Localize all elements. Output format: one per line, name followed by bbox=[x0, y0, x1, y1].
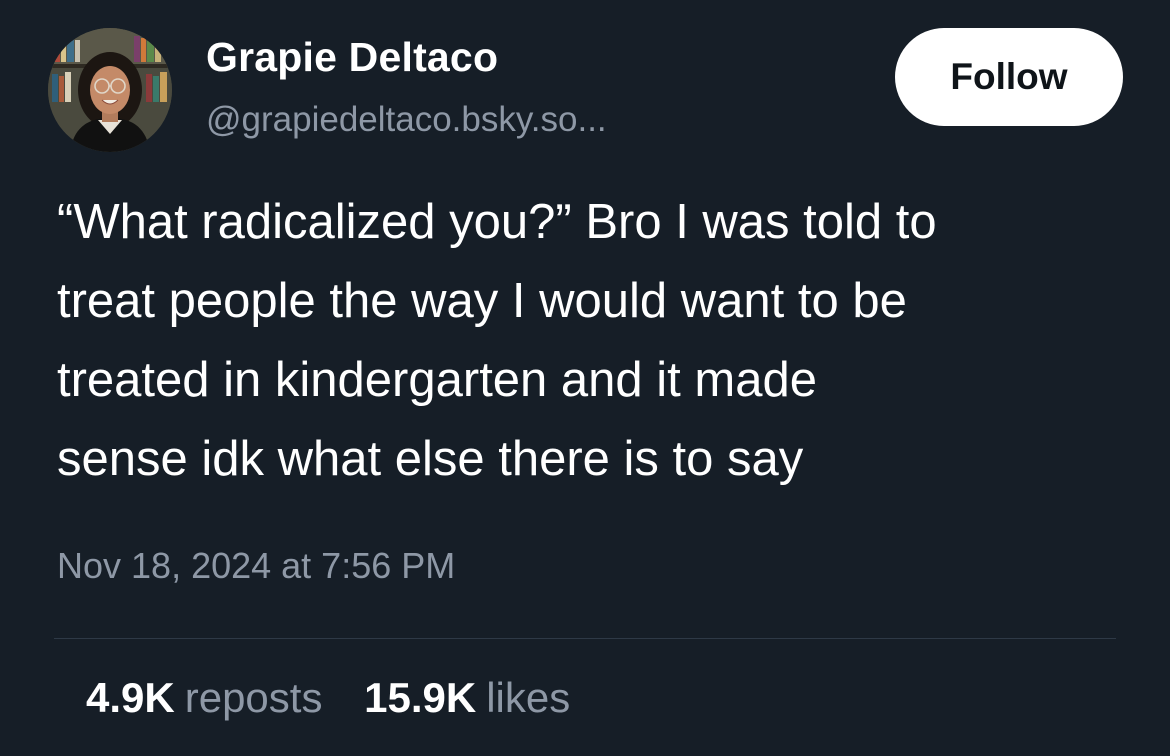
author-handle[interactable]: @grapiedeltaco.bsky.so... bbox=[206, 100, 607, 140]
divider bbox=[54, 638, 1116, 639]
likes-count: 15.9K bbox=[364, 674, 477, 721]
post-text-line: treat people the way I would want to be bbox=[57, 274, 907, 328]
post-timestamp[interactable]: Nov 18, 2024 at 7:56 PM bbox=[57, 545, 455, 587]
post-text: “What radicalized you?” Bro I was told t… bbox=[57, 183, 1147, 499]
post-card: Grapie Deltaco @grapiedeltaco.bsky.so...… bbox=[0, 0, 1170, 756]
likes-label: likes bbox=[486, 674, 571, 721]
post-text-line: treated in kindergarten and it made bbox=[57, 353, 817, 407]
follow-button[interactable]: Follow bbox=[895, 28, 1123, 126]
reposts-label: reposts bbox=[184, 674, 323, 721]
post-text-line: “What radicalized you?” Bro I was told t… bbox=[57, 195, 937, 249]
author-name[interactable]: Grapie Deltaco bbox=[206, 34, 498, 81]
reposts-stat[interactable]: 4.9K reposts bbox=[86, 674, 322, 722]
likes-stat[interactable]: 15.9K likes bbox=[364, 674, 570, 722]
post-stats: 4.9K reposts 15.9K likes bbox=[86, 674, 600, 722]
avatar-image bbox=[48, 28, 172, 152]
reposts-count: 4.9K bbox=[86, 674, 175, 721]
avatar[interactable] bbox=[48, 28, 172, 152]
post-text-line: sense idk what else there is to say bbox=[57, 432, 804, 486]
